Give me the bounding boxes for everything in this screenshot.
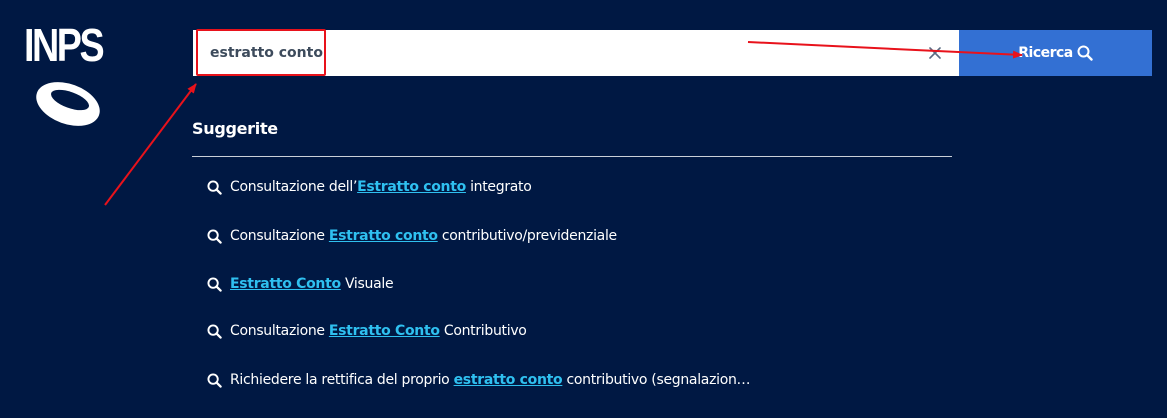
annotation-arrow-to-input <box>104 83 197 206</box>
suggestions-title: Suggerite <box>192 119 278 138</box>
search-icon <box>207 179 222 195</box>
search-icon <box>1077 45 1093 61</box>
suggestion-item[interactable]: Estratto Conto Visuale <box>207 276 394 292</box>
suggestion-item[interactable]: Consultazione Estratto conto contributiv… <box>207 228 617 244</box>
clear-search-button[interactable] <box>925 43 945 63</box>
search-button-label: Ricerca <box>1018 45 1073 61</box>
inps-logo[interactable]: INPS <box>24 22 116 132</box>
suggestions-divider <box>192 156 952 157</box>
suggestion-text: Consultazione Estratto conto contributiv… <box>230 228 617 244</box>
search-icon <box>207 372 222 388</box>
suggestion-text: Consultazione dell’Estratto conto integr… <box>230 179 532 195</box>
search-button[interactable]: Ricerca <box>959 30 1152 76</box>
inps-ring-logo-icon <box>36 82 100 126</box>
search-box <box>193 30 959 76</box>
search-input[interactable] <box>193 30 913 76</box>
logo-text: INPS <box>24 19 105 71</box>
close-icon <box>929 47 941 59</box>
suggestion-text: Consultazione Estratto Conto Contributiv… <box>230 323 527 339</box>
suggestion-text: Richiedere la rettifica del proprio estr… <box>230 372 751 388</box>
suggestion-item[interactable]: Consultazione dell’Estratto conto integr… <box>207 179 532 195</box>
search-icon <box>207 323 222 339</box>
suggestion-item[interactable]: Consultazione Estratto Conto Contributiv… <box>207 323 527 339</box>
suggestion-text: Estratto Conto Visuale <box>230 276 394 292</box>
suggestion-item[interactable]: Richiedere la rettifica del proprio estr… <box>207 372 751 388</box>
search-icon <box>207 228 222 244</box>
search-icon <box>207 276 222 292</box>
